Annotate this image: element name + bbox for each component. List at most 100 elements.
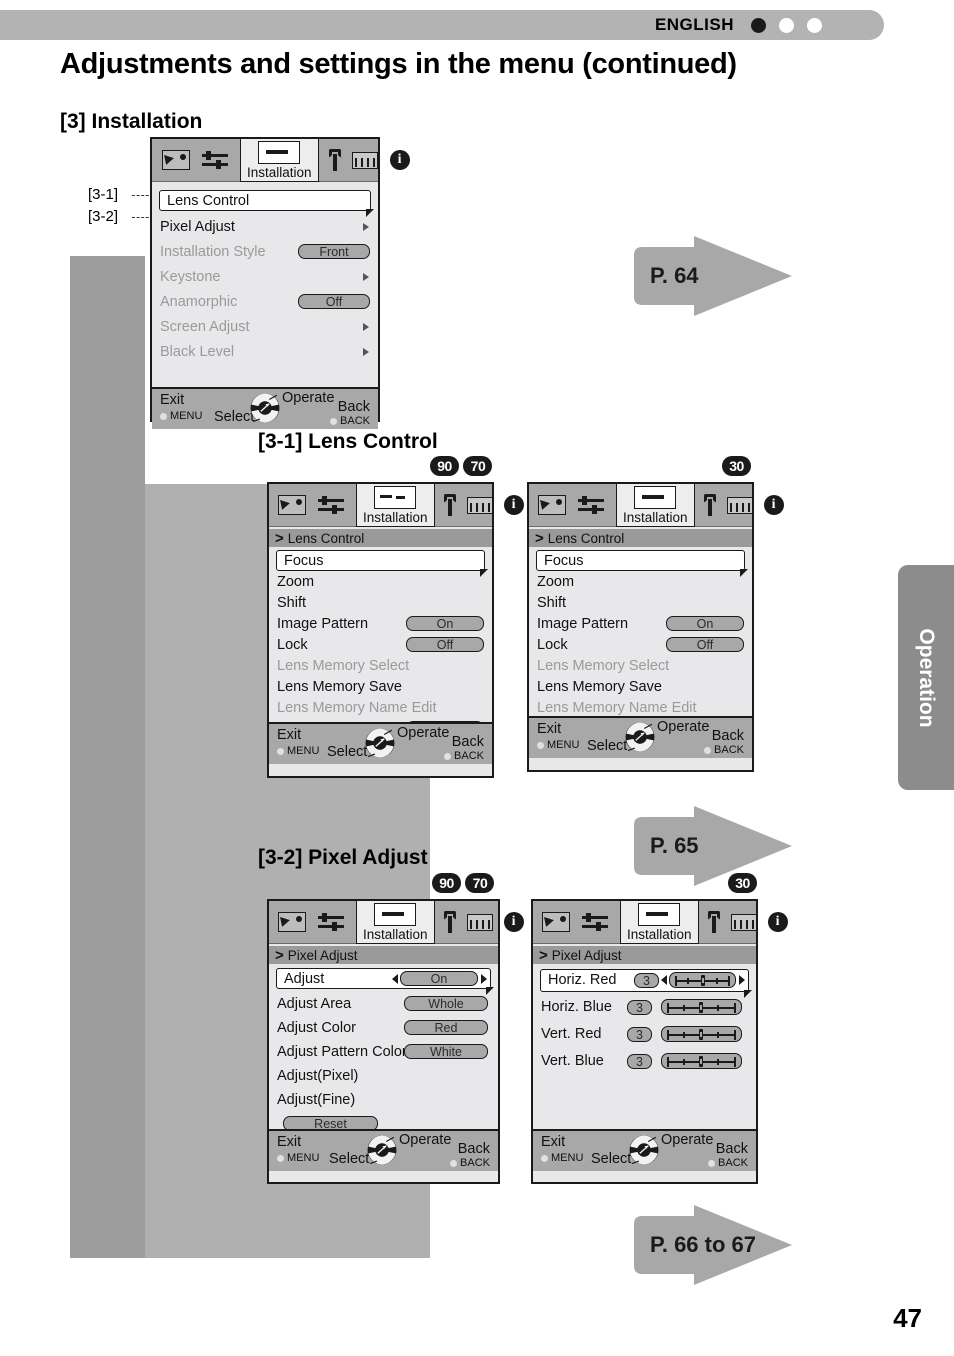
menu-item-value[interactable]: 3 <box>627 1053 652 1069</box>
osd-tab-bar[interactable]: Installation i <box>533 900 788 944</box>
menu-item-adjust-pattern-color[interactable]: Adjust Pattern Color White <box>269 1041 498 1062</box>
menu-item-screen-adjust[interactable]: Screen Adjust <box>152 316 378 337</box>
menu-item-value[interactable]: On <box>406 616 484 631</box>
osd-panel-installation[interactable]: Installation i Lens Control Pixel Adjust… <box>150 137 410 429</box>
wrench-icon[interactable] <box>707 911 721 933</box>
control-wheel-icon[interactable] <box>248 391 282 425</box>
keyboard-icon[interactable] <box>466 913 493 931</box>
picture-icon[interactable] <box>278 912 306 932</box>
menu-item-value[interactable]: Off <box>666 637 744 652</box>
control-wheel-icon[interactable] <box>363 726 397 760</box>
menu-item-adjust-fine[interactable]: Adjust(Fine) <box>269 1089 498 1110</box>
menu-item-value[interactable]: Whole <box>404 996 488 1011</box>
sliders-icon[interactable] <box>582 913 608 931</box>
menu-item-horiz-blue[interactable]: Horiz. Blue 3 <box>533 995 756 1019</box>
info-icon[interactable]: i <box>767 912 788 932</box>
menu-item-horiz-red[interactable]: Horiz. Red 3 <box>533 968 756 998</box>
back-key[interactable]: BACK <box>708 1157 748 1169</box>
wrench-icon[interactable] <box>328 149 342 171</box>
osd-panel-lens-control-right[interactable]: Installation i > Lens Control Focus Zoom… <box>527 482 784 772</box>
slider-vert-blue[interactable] <box>661 1053 742 1069</box>
back-key[interactable]: BACK <box>704 744 744 756</box>
menu-item-lock[interactable]: Lock Off <box>269 634 492 655</box>
menu-item-value[interactable]: Off <box>298 294 370 309</box>
wrench-icon[interactable] <box>703 494 717 516</box>
keyboard-icon[interactable] <box>726 496 753 514</box>
menu-item-value[interactable]: Front <box>298 244 370 259</box>
keyboard-icon[interactable] <box>730 913 757 931</box>
menu-item-lens-memory-save[interactable]: Lens Memory Save <box>529 676 752 697</box>
menu-item-keystone[interactable]: Keystone <box>152 266 378 287</box>
info-icon[interactable]: i <box>389 150 410 170</box>
menu-item-value[interactable]: White <box>404 1044 488 1059</box>
menu-item-adjust[interactable]: Adjust On <box>269 968 498 995</box>
menu-item-image-pattern[interactable]: Image Pattern On <box>529 613 752 634</box>
osd-panel-pixel-adjust-right[interactable]: Installation i > Pixel Adjust Horiz. Red… <box>531 899 788 1184</box>
back-key[interactable]: BACK <box>330 415 370 427</box>
slider-horiz-blue[interactable] <box>661 999 742 1015</box>
tab-installation[interactable]: Installation <box>616 483 695 527</box>
sliders-icon[interactable] <box>318 913 344 931</box>
menu-item-lock[interactable]: Lock Off <box>529 634 752 655</box>
control-wheel-icon[interactable] <box>623 720 657 754</box>
menu-item-value[interactable]: Red <box>404 1020 488 1035</box>
slider-vert-red[interactable] <box>661 1026 742 1042</box>
tab-installation[interactable]: Installation <box>356 900 435 944</box>
menu-item-pixel-adjust[interactable]: Pixel Adjust <box>152 216 378 237</box>
menu-item-image-pattern[interactable]: Image Pattern On <box>269 613 492 634</box>
menu-item-adjust-pixel[interactable]: Adjust(Pixel) <box>269 1065 498 1086</box>
menu-item-installation-style[interactable]: Installation Style Front <box>152 241 378 262</box>
menu-item-focus[interactable]: Focus <box>529 550 752 577</box>
menu-item-value[interactable]: 3 <box>627 999 652 1015</box>
picture-icon[interactable] <box>278 495 306 515</box>
exit-key[interactable]: MENU <box>537 739 579 751</box>
increment-arrow-icon[interactable] <box>481 974 487 984</box>
menu-item-value[interactable]: Off <box>406 637 484 652</box>
wrench-icon[interactable] <box>443 494 457 516</box>
menu-item-shift[interactable]: Shift <box>269 592 492 613</box>
info-icon[interactable]: i <box>763 495 784 515</box>
menu-item-adjust-color[interactable]: Adjust Color Red <box>269 1017 498 1038</box>
osd-tab-bar[interactable]: Installation i <box>269 483 524 527</box>
menu-item-lens-memory-save[interactable]: Lens Memory Save <box>269 676 492 697</box>
sliders-icon[interactable] <box>578 496 604 514</box>
menu-item-zoom[interactable]: Zoom <box>529 571 752 592</box>
menu-item-anamorphic[interactable]: Anamorphic Off <box>152 291 378 312</box>
menu-item-shift[interactable]: Shift <box>529 592 752 613</box>
sliders-icon[interactable] <box>202 151 228 169</box>
menu-item-lens-control[interactable]: Lens Control <box>152 190 378 217</box>
tab-installation[interactable]: Installation <box>620 900 699 944</box>
tab-installation[interactable]: Installation <box>356 483 435 527</box>
decrement-arrow-icon[interactable] <box>392 974 398 984</box>
picture-icon[interactable] <box>162 150 190 170</box>
menu-item-value[interactable]: 3 <box>627 1026 652 1042</box>
menu-item-vert-blue[interactable]: Vert. Blue 3 <box>533 1049 756 1073</box>
control-wheel-icon[interactable] <box>627 1133 661 1167</box>
keyboard-icon[interactable] <box>466 496 493 514</box>
menu-item-lens-memory-select[interactable]: Lens Memory Select <box>529 655 752 676</box>
picture-icon[interactable] <box>542 912 570 932</box>
back-key[interactable]: BACK <box>450 1157 490 1169</box>
menu-item-adjust-area[interactable]: Adjust Area Whole <box>269 993 498 1014</box>
exit-key[interactable]: MENU <box>277 745 319 757</box>
osd-tab-bar[interactable]: Installation i <box>269 900 524 944</box>
slider-horiz-red[interactable] <box>669 972 736 988</box>
menu-item-vert-red[interactable]: Vert. Red 3 <box>533 1022 756 1046</box>
control-wheel-icon[interactable] <box>365 1133 399 1167</box>
exit-key[interactable]: MENU <box>541 1152 583 1164</box>
picture-icon[interactable] <box>538 495 566 515</box>
exit-key[interactable]: MENU <box>160 410 202 422</box>
menu-item-lens-memory-name-edit[interactable]: Lens Memory Name Edit <box>529 697 752 718</box>
osd-panel-lens-control-left[interactable]: Installation i > Lens Control Focus Zoom… <box>267 482 524 778</box>
exit-key[interactable]: MENU <box>277 1152 319 1164</box>
menu-item-value[interactable]: 3 <box>634 972 659 988</box>
keyboard-icon[interactable] <box>351 151 378 169</box>
menu-item-lens-memory-name-edit[interactable]: Lens Memory Name Edit <box>269 697 492 718</box>
decrement-arrow-icon[interactable] <box>661 975 667 985</box>
menu-item-black-level[interactable]: Black Level <box>152 341 378 362</box>
info-icon[interactable]: i <box>503 912 524 932</box>
menu-item-value[interactable]: On <box>666 616 744 631</box>
menu-item-value[interactable]: On <box>400 971 478 986</box>
menu-item-focus[interactable]: Focus <box>269 550 492 577</box>
menu-item-zoom[interactable]: Zoom <box>269 571 492 592</box>
